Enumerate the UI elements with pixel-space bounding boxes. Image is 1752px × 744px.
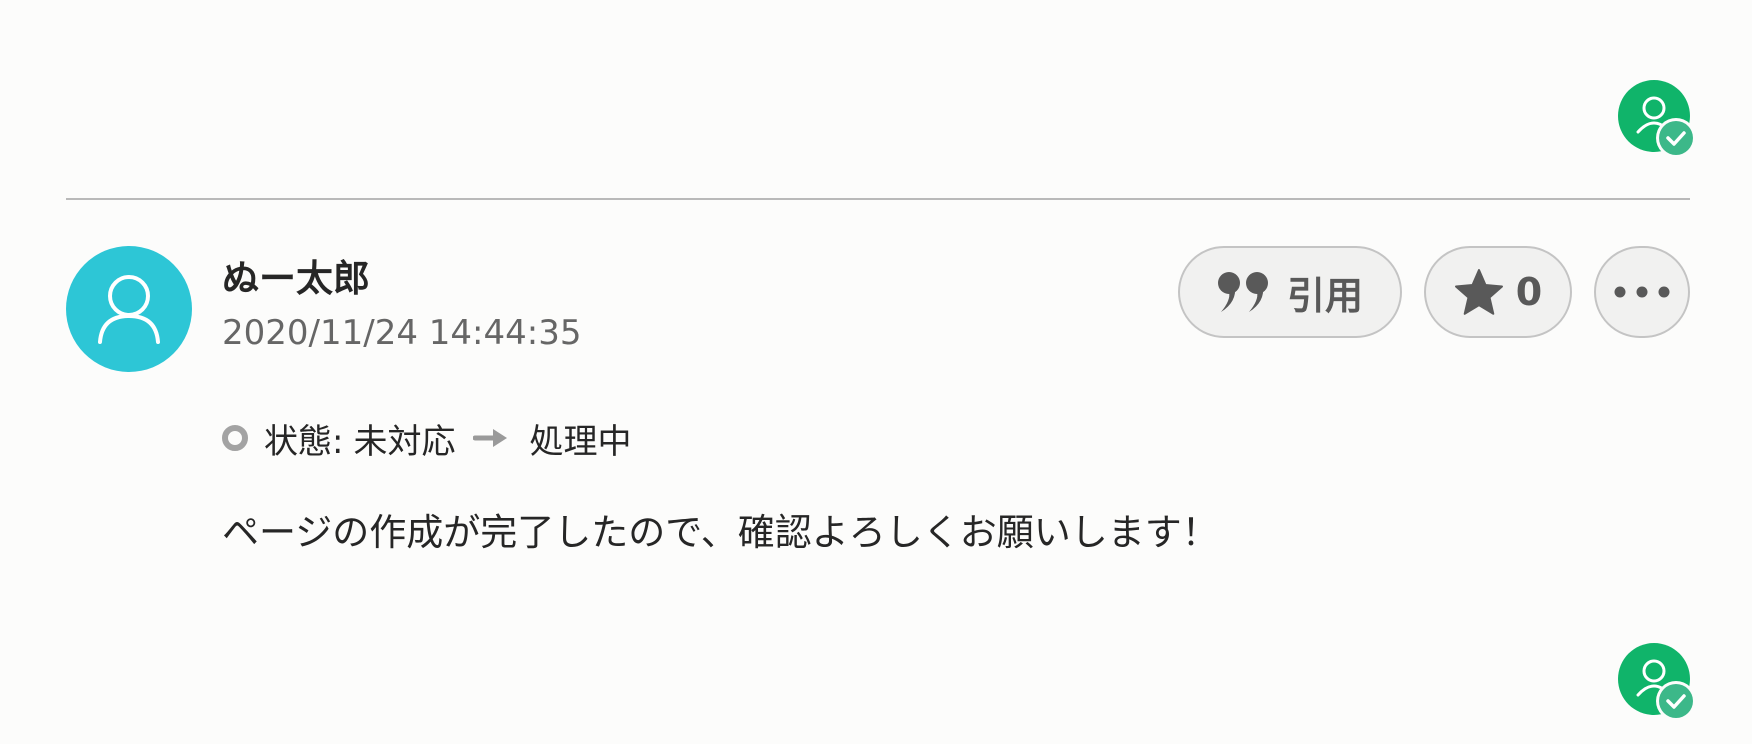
star-icon <box>1454 269 1503 315</box>
status-change: 状態: 未対応 処理中 <box>222 414 631 462</box>
read-receipt-avatar[interactable] <box>1618 80 1696 158</box>
read-check-badge <box>1656 118 1696 158</box>
arrow-right-icon <box>473 429 508 447</box>
status-label: 状態: <box>264 421 344 462</box>
star-button[interactable]: 0 <box>1424 246 1572 338</box>
author-avatar[interactable] <box>66 246 192 372</box>
quote-button[interactable]: 引用 <box>1178 246 1402 338</box>
star-count: 0 <box>1515 270 1543 314</box>
comment-page: ぬー太郎 2020/11/24 14:44:35 引用 0 状態: 未対応 処理… <box>0 0 1752 744</box>
check-icon <box>1659 121 1693 155</box>
quote-button-label: 引用 <box>1286 273 1363 318</box>
status-to: 処理中 <box>529 421 632 462</box>
quote-icon <box>1217 272 1268 312</box>
status-from: 未対応 <box>353 421 456 462</box>
comment-body: ページの作成が完了したので、確認よろしくお願いします！ <box>222 511 1219 554</box>
comment-timestamp[interactable]: 2020/11/24 14:44:35 <box>222 313 581 353</box>
more-options-button[interactable] <box>1594 246 1690 338</box>
user-icon <box>98 275 160 344</box>
author-name[interactable]: ぬー太郎 <box>222 248 370 302</box>
read-receipt-avatar[interactable] <box>1618 643 1696 721</box>
read-check-badge <box>1656 681 1696 721</box>
status-dot-icon <box>222 425 248 451</box>
check-icon <box>1659 684 1693 718</box>
ellipsis-icon <box>1614 286 1670 298</box>
comment-divider <box>66 198 1690 200</box>
